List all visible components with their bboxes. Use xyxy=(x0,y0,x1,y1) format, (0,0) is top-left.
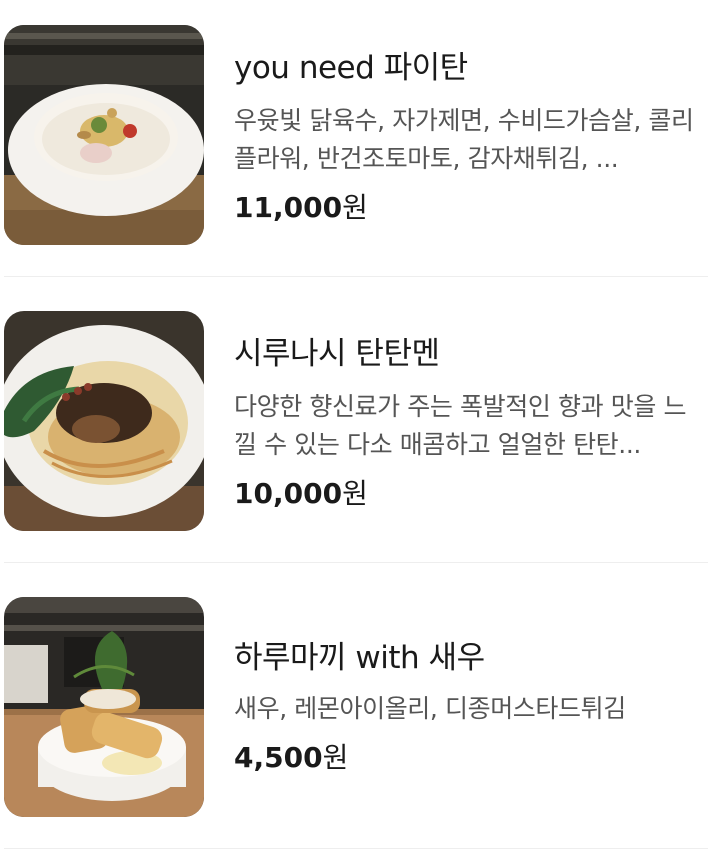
menu-item-name: 하루마끼 with 새우 xyxy=(234,640,485,676)
price-number: 10,000 xyxy=(234,477,343,510)
item-divider xyxy=(4,848,708,849)
tantanmen-photo xyxy=(4,311,204,531)
menu-item[interactable]: 시루나시 탄탄멘 다양한 향신료가 주는 폭발적인 향과 맛을 느낄 수 있는 … xyxy=(0,286,726,572)
menu-item-name: 시루나시 탄탄멘 xyxy=(234,336,440,372)
menu-item-name: you need 파이탄 xyxy=(234,50,468,86)
menu-item[interactable]: 하루마끼 with 새우 새우, 레몬아이올리, 디종머스타드튀김 4,500원 xyxy=(0,572,726,850)
menu-item-image[interactable] xyxy=(4,25,204,245)
menu-list: you need 파이탄 우윳빛 닭육수, 자가제면, 수비드가슴살, 콜리플라… xyxy=(0,0,726,850)
menu-item-description: 우윳빛 닭육수, 자가제면, 수비드가슴살, 콜리플라워, 반건조토마토, 감자… xyxy=(234,106,694,173)
menu-item[interactable]: you need 파이탄 우윳빛 닭육수, 자가제면, 수비드가슴살, 콜리플라… xyxy=(0,0,726,286)
menu-item-info: 시루나시 탄탄멘 다양한 향신료가 주는 폭발적인 향과 맛을 느낄 수 있는 … xyxy=(234,334,704,514)
price-number: 4,500 xyxy=(234,741,323,774)
menu-item-price: 11,000원 xyxy=(234,188,704,228)
price-unit: 원 xyxy=(322,741,349,774)
menu-item-info: 하루마끼 with 새우 새우, 레몬아이올리, 디종머스타드튀김 4,500원 xyxy=(234,638,704,778)
menu-item-description: 새우, 레몬아이올리, 디종머스타드튀김 xyxy=(234,694,626,723)
menu-item-price: 10,000원 xyxy=(234,474,704,514)
menu-item-price: 4,500원 xyxy=(234,738,704,778)
price-unit: 원 xyxy=(342,191,368,224)
item-divider xyxy=(4,562,708,563)
item-divider xyxy=(4,276,708,277)
menu-item-image[interactable] xyxy=(4,597,204,817)
menu-item-info: you need 파이탄 우윳빛 닭육수, 자가제면, 수비드가슴살, 콜리플라… xyxy=(234,48,704,228)
paitan-ramen-photo xyxy=(4,25,204,245)
harumaki-shrimp-photo xyxy=(4,597,204,817)
menu-item-image[interactable] xyxy=(4,311,204,531)
price-unit: 원 xyxy=(342,477,368,510)
price-number: 11,000 xyxy=(234,191,343,224)
menu-item-description: 다양한 향신료가 주는 폭발적인 향과 맛을 느낄 수 있는 다소 매콤하고 얼… xyxy=(234,392,687,459)
